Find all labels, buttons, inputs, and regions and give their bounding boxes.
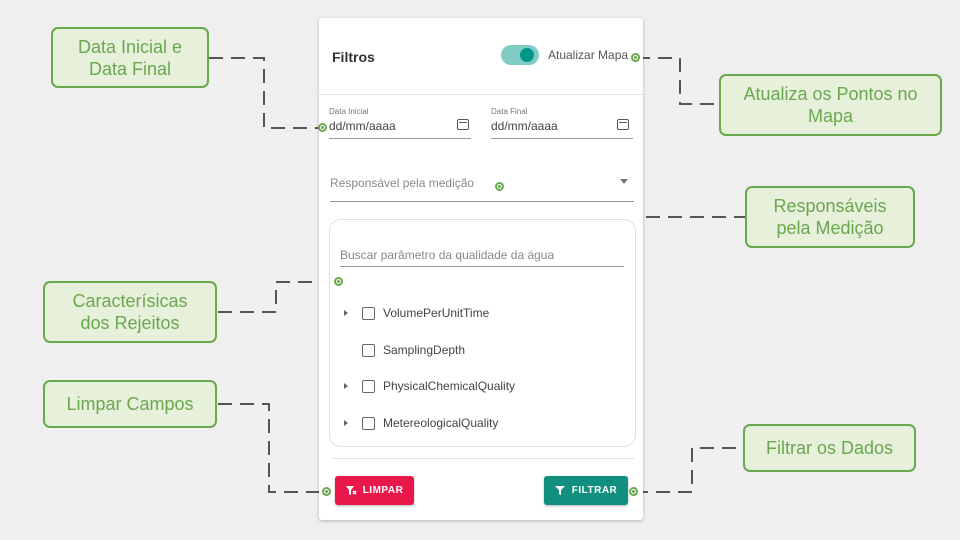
callout-limpar: Limpar Campos [43,380,217,428]
limpar-label: LIMPAR [362,485,404,496]
dropdown-arrow-icon[interactable] [620,179,628,184]
input-underline [330,201,634,202]
callout-marker [629,487,638,496]
expand-arrow-icon[interactable] [344,420,348,426]
parametros-tree-box: Buscar parâmetro da qualidade da água Vo… [329,219,636,447]
expand-arrow-icon[interactable] [344,383,348,389]
date-start-input[interactable]: dd/mm/aaaa [329,119,396,133]
tree-item[interactable]: SamplingDepth [330,340,630,362]
date-start-field[interactable]: Data Inicial dd/mm/aaaa [329,107,471,141]
input-underline [491,138,633,139]
callout-marker [631,53,640,62]
tree-item-label: MetereologicalQuality [383,416,499,430]
divider [319,94,643,95]
filter-icon [554,486,565,495]
callout-atualiza: Atualiza os Pontos no Mapa [719,74,942,136]
divider [332,458,634,459]
expand-arrow-icon[interactable] [344,310,348,316]
tree-item[interactable]: MetereologicalQuality [330,413,630,435]
input-underline [329,138,471,139]
checkbox[interactable] [362,380,375,393]
tree-item[interactable]: PhysicalChemicalQuality [330,376,630,398]
tree-item-label: SamplingDepth [383,343,466,357]
input-underline [340,266,624,267]
date-end-field[interactable]: Data Final dd/mm/aaaa [491,107,633,141]
clear-filter-icon [345,486,357,495]
date-end-label: Data Final [491,107,528,116]
callout-filtrar: Filtrar os Dados [743,424,916,472]
checkbox[interactable] [362,344,375,357]
calendar-icon[interactable] [617,119,629,130]
limpar-button[interactable]: LIMPAR [335,476,414,505]
responsavel-select[interactable]: Responsável pela medição [330,176,474,190]
search-parametro-input[interactable]: Buscar parâmetro da qualidade da água [340,248,554,262]
callout-marker [334,277,343,286]
checkbox[interactable] [362,417,375,430]
checkbox[interactable] [362,307,375,320]
callout-data: Data Inicial e Data Final [51,27,209,88]
callout-caracteristicas: Caracterísicas dos Rejeitos [43,281,217,343]
filter-panel: Filtros Atualizar Mapa Data Inicial dd/m… [319,18,643,520]
date-end-input[interactable]: dd/mm/aaaa [491,119,558,133]
atualizar-mapa-toggle[interactable] [501,45,539,65]
tree-item-label: VolumePerUnitTime [383,306,490,320]
tree-item[interactable]: VolumePerUnitTime [330,303,630,325]
filtrar-label: FILTRAR [571,485,618,496]
toggle-knob [520,48,534,62]
calendar-icon[interactable] [457,119,469,130]
filtrar-button[interactable]: FILTRAR [544,476,628,505]
callout-marker [495,182,504,191]
panel-title: Filtros [332,49,375,65]
date-start-label: Data Inicial [329,107,369,116]
callout-marker [322,487,331,496]
callout-responsaveis: Responsáveis pela Medição [745,186,915,248]
atualizar-mapa-label: Atualizar Mapa [548,48,629,62]
tree-item-label: PhysicalChemicalQuality [383,379,516,393]
callout-marker [318,123,327,132]
